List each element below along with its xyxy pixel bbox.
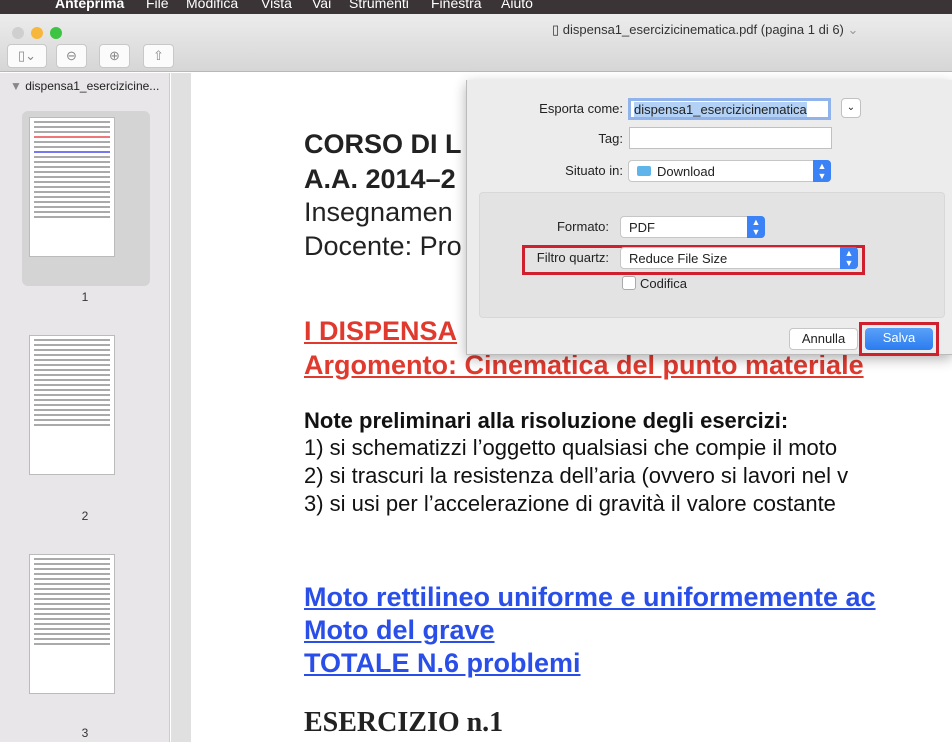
doc-notes-title: Note preliminari alla risoluzione degli … [304, 408, 789, 433]
expand-dialog-button[interactable]: ⌄ [841, 98, 861, 118]
zoom-in-icon: ⊕ [109, 48, 120, 63]
menu-modifica[interactable]: Modifica [186, 0, 238, 11]
menu-vai[interactable]: Vai [312, 0, 331, 11]
doc-subject: Insegnamen [304, 197, 453, 227]
menu-app[interactable]: Anteprima [55, 0, 124, 11]
export-as-label: Esporta come: [539, 101, 623, 116]
page-number-2: 2 [81, 509, 89, 523]
menu-strumenti[interactable]: Strumenti [349, 0, 409, 11]
updown-arrows-icon: ▲ ▼ [813, 160, 831, 182]
share-button[interactable]: ⇧ [143, 44, 174, 68]
encrypt-checkbox[interactable] [622, 276, 636, 290]
export-dialog: Esporta come: dispensa1_esercizicinemati… [466, 80, 952, 356]
menu-file[interactable]: File [146, 0, 169, 11]
document-gutter [171, 73, 191, 742]
sidebar-doc-header[interactable]: ▼ dispensa1_esercizicine... [10, 79, 159, 93]
share-icon: ⇧ [153, 48, 164, 63]
zoom-out-icon: ⊖ [66, 48, 77, 63]
doc-note-2: 2) si trascuri la resistenza dell’aria (… [304, 463, 849, 488]
menu-vista[interactable]: Vista [261, 0, 292, 11]
menu-bar: Anteprima File Modifica Vista Vai Strume… [0, 0, 952, 14]
window-title[interactable]: ▯ dispensa1_esercizicinematica.pdf (pagi… [552, 22, 858, 38]
tag-label: Tag: [598, 131, 623, 146]
menu-finestra[interactable]: Finestra [431, 0, 482, 11]
minimize-button[interactable] [31, 27, 43, 39]
sidebar-icon: ▯⌄ [17, 48, 37, 63]
thumbnail-sidebar: ▼ dispensa1_esercizicine... 1 2 3 [0, 73, 170, 742]
doc-course: CORSO DI L [304, 129, 462, 159]
quartz-filter-popup[interactable]: Reduce File Size ▲ ▼ [620, 247, 858, 269]
menu-aiuto[interactable]: Aiuto [501, 0, 533, 11]
zoom-button[interactable] [50, 27, 62, 39]
window-titlebar: ▯⌄ ⊖ ⊕ ⇧ ▯ dispensa1_esercizicinematica.… [0, 14, 952, 72]
page-number-1: 1 [81, 290, 89, 304]
encrypt-label: Codifica [640, 276, 687, 291]
cancel-button[interactable]: Annulla [789, 328, 858, 350]
location-label: Situato in: [565, 163, 623, 178]
page-thumbnail-1[interactable] [29, 117, 115, 257]
zoom-out-button[interactable]: ⊖ [56, 44, 87, 68]
save-button[interactable]: Salva [865, 328, 933, 350]
doc-link-moto[interactable]: Moto rettilineo uniforme e uniformemente… [304, 582, 876, 613]
chevron-down-icon: ⌄ [846, 102, 856, 113]
page-thumbnail-3[interactable] [29, 554, 115, 694]
download-folder-icon [637, 166, 651, 176]
updown-arrows-icon: ▲ ▼ [840, 247, 858, 269]
page-thumbnail-2[interactable] [29, 335, 115, 475]
chevron-down-icon: ⌄ [847, 22, 859, 37]
doc-teacher: Docente: Pro [304, 231, 462, 261]
pdf-file-icon: ▯ [552, 22, 563, 37]
sidebar-toggle-button[interactable]: ▯⌄ [7, 44, 47, 68]
page-number-3: 3 [81, 726, 89, 740]
doc-note-3: 3) si usi per l’accelerazione di gravità… [304, 491, 836, 516]
format-popup[interactable]: PDF ▲ ▼ [620, 216, 765, 238]
zoom-in-button[interactable]: ⊕ [99, 44, 130, 68]
close-button[interactable] [12, 27, 24, 39]
quartz-filter-label: Filtro quartz: [536, 250, 609, 265]
doc-year: A.A. 2014–2 [304, 164, 456, 194]
doc-exercise-1: ESERCIZIO n.1 [304, 707, 504, 738]
doc-link-grave[interactable]: Moto del grave [304, 615, 495, 646]
tag-input[interactable] [629, 127, 832, 149]
doc-dispensa: I DISPENSA [304, 316, 458, 346]
doc-link-totale[interactable]: TOTALE N.6 problemi [304, 648, 581, 679]
location-popup[interactable]: Download ▲ ▼ [628, 160, 831, 182]
format-label: Formato: [556, 219, 609, 234]
updown-arrows-icon: ▲ ▼ [747, 216, 765, 238]
disclosure-triangle-icon: ▼ [10, 79, 26, 93]
export-as-input[interactable]: dispensa1_esercizicinematica [628, 98, 831, 120]
doc-note-1: 1) si schematizzi l’oggetto qualsiasi ch… [304, 435, 838, 460]
